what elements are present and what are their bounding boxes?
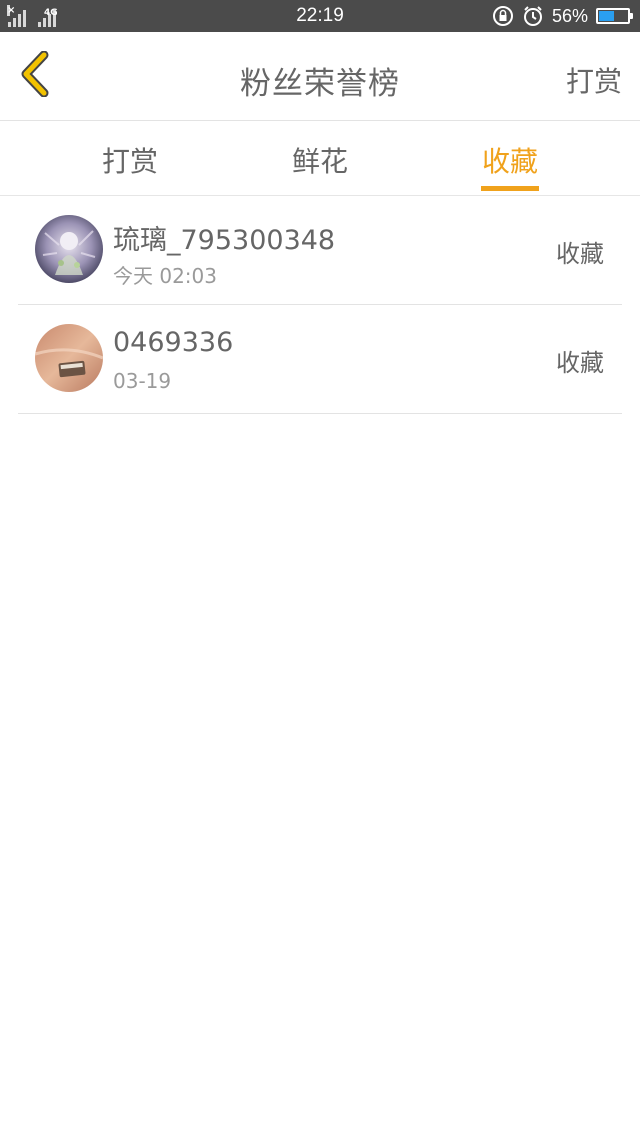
user-time: 03-19 xyxy=(113,369,172,393)
status-bar: × 4G 22:19 56% xyxy=(0,0,640,32)
tab-favorites[interactable]: 收藏 xyxy=(440,121,580,195)
fan-list: 琉璃_795300348 今天 02:03 收藏 0469336 03-19 收… xyxy=(18,196,622,414)
tab-flowers[interactable]: 鲜花 xyxy=(250,121,390,195)
tab-bar: 打赏 鲜花 收藏 xyxy=(0,121,640,196)
list-item[interactable]: 琉璃_795300348 今天 02:03 收藏 xyxy=(18,196,622,305)
nav-bar: 粉丝荣誉榜 打赏 xyxy=(0,32,640,121)
alarm-icon xyxy=(522,5,544,27)
battery-icon xyxy=(596,8,633,24)
item-type-label: 收藏 xyxy=(556,240,604,268)
user-name: 0469336 xyxy=(113,327,234,358)
list-item[interactable]: 0469336 03-19 收藏 xyxy=(18,305,622,414)
page-title: 粉丝荣誉榜 xyxy=(240,66,400,102)
battery-fill xyxy=(599,11,614,21)
status-right: 56% xyxy=(492,4,633,28)
avatar[interactable] xyxy=(35,324,103,392)
user-time: 今天 02:03 xyxy=(113,264,217,288)
user-name: 琉璃_795300348 xyxy=(113,225,336,256)
battery-percent: 56% xyxy=(551,5,588,26)
tab-reward[interactable]: 打赏 xyxy=(60,121,200,195)
tab-label: 打赏 xyxy=(101,145,158,178)
avatar[interactable] xyxy=(35,215,103,283)
reward-button[interactable]: 打赏 xyxy=(566,60,622,100)
lock-rotation-icon xyxy=(492,5,514,27)
item-type-label: 收藏 xyxy=(556,349,604,377)
active-tab-indicator xyxy=(481,186,539,191)
tab-label: 收藏 xyxy=(481,145,538,178)
tab-label: 鲜花 xyxy=(291,145,348,178)
